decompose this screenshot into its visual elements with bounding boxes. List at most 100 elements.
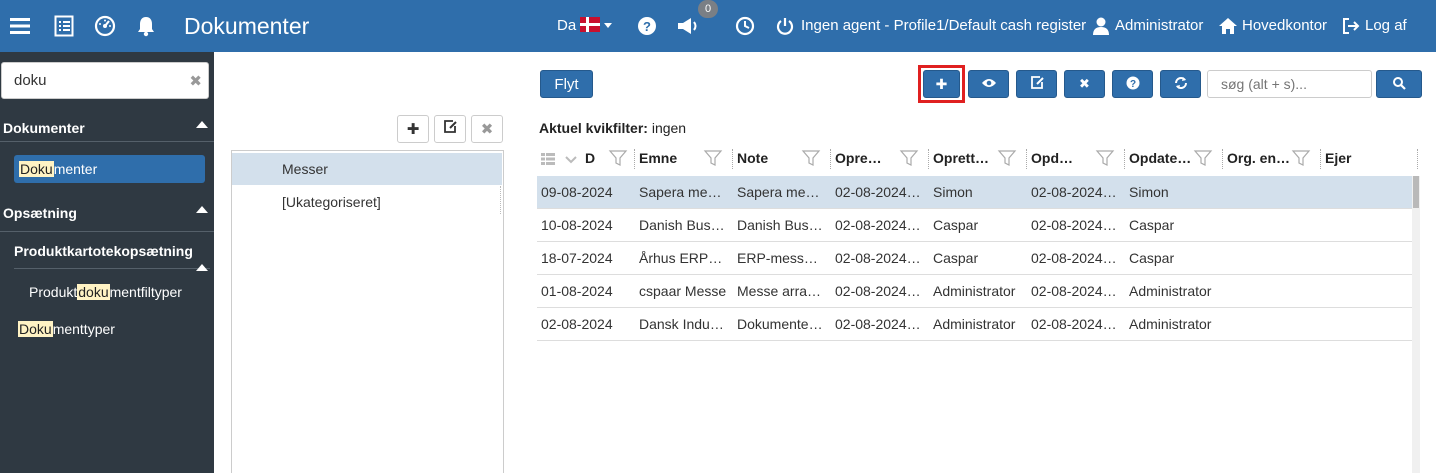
view-button[interactable] (968, 70, 1009, 98)
sidebar-search[interactable]: ✖ (1, 62, 209, 99)
clear-search-icon[interactable]: ✖ (189, 72, 202, 90)
table-row[interactable]: 01-08-2024 cspaar Messe Messe arra… 02-0… (537, 275, 1413, 308)
agent-status[interactable]: Ingen agent - Profile1/Default cash regi… (801, 0, 1086, 52)
close-icon: ✖ (480, 121, 494, 138)
sidebar-section-opsaetning[interactable]: Opsætning (3, 205, 77, 221)
sidebar-item-label: menttyper (52, 321, 115, 337)
home-icon[interactable] (1216, 14, 1240, 38)
collapse-caret-icon[interactable] (196, 264, 208, 271)
filter-icon[interactable] (1291, 148, 1311, 168)
table-cell: Dansk Indu… (639, 316, 724, 332)
bell-icon[interactable] (134, 14, 158, 38)
table-cell: Administrator (933, 316, 1016, 332)
column-header[interactable]: Opre… (831, 143, 929, 175)
column-header-label: Opre… (835, 150, 882, 166)
column-header[interactable]: Opdate… (1125, 143, 1223, 175)
refresh-button[interactable] (1160, 70, 1201, 98)
logout-icon[interactable] (1339, 14, 1363, 38)
sidebar-search-input[interactable] (2, 63, 172, 98)
search-icon (1392, 76, 1406, 93)
column-header-label: Note (737, 150, 769, 166)
column-header[interactable]: D (581, 143, 635, 175)
filter-icon[interactable] (997, 148, 1017, 168)
filter-icon[interactable] (801, 148, 821, 168)
column-header[interactable]: Note (733, 143, 831, 175)
column-header[interactable]: Emne (635, 143, 733, 175)
user-name[interactable]: Administrator (1115, 0, 1203, 52)
sidebar-item-dokumenter[interactable]: Dokumenter (14, 155, 205, 183)
delete-category-button[interactable]: ✖ (471, 115, 503, 143)
grid-search-input[interactable] (1208, 71, 1368, 97)
column-header[interactable]: Oprett… (929, 143, 1027, 175)
grid-scrollbar-thumb[interactable] (1413, 176, 1419, 208)
table-cell: 02-08-2024… (1031, 316, 1117, 332)
search-button[interactable] (1376, 70, 1422, 98)
sidebar-item-produktdokumentfiltyper[interactable]: Produktdokumentfiltyper (29, 284, 182, 300)
table-cell: Administrator (1129, 283, 1212, 299)
clock-icon[interactable] (733, 14, 757, 38)
sidebar-item-label: mentfiltyper (109, 284, 182, 300)
language-caret-icon[interactable] (604, 23, 612, 28)
column-header-label: Emne (639, 150, 678, 166)
table-cell (1325, 209, 1409, 241)
add-button[interactable]: ✚ (923, 70, 960, 98)
danish-flag-icon[interactable] (580, 17, 600, 32)
category-item[interactable]: [Ukategoriseret] (232, 186, 502, 218)
help-icon[interactable]: ? (635, 14, 659, 38)
column-header[interactable]: Org. en… (1223, 143, 1321, 175)
table-cell: ERP-mess… (737, 250, 818, 266)
help-button[interactable]: ? (1112, 70, 1153, 98)
table-cell (1325, 242, 1409, 274)
table-row[interactable]: 02-08-2024 Dansk Indu… Dokumente… 02-08-… (537, 308, 1413, 341)
collapse-caret-icon[interactable] (196, 206, 208, 213)
table-cell: 02-08-2024 (541, 316, 613, 332)
table-row[interactable]: 18-07-2024 Århus ERP… ERP-mess… 02-08-20… (537, 242, 1413, 275)
filter-icon[interactable] (608, 148, 628, 168)
table-cell (1325, 176, 1409, 208)
move-button[interactable]: Flyt (540, 70, 593, 98)
sidebar-item-dokumenttyper[interactable]: Dokumenttyper (18, 321, 115, 337)
add-category-button[interactable]: ✚ (397, 115, 429, 143)
table-cell: Dokumente… (737, 316, 823, 332)
table-cell: Caspar (933, 217, 979, 233)
grid-search[interactable] (1207, 70, 1372, 98)
column-separator[interactable] (1417, 149, 1418, 169)
column-chooser-icon[interactable] (541, 152, 555, 168)
logout-link[interactable]: Log af (1365, 0, 1407, 52)
language-label[interactable]: Da (557, 0, 576, 52)
edit-category-button[interactable] (434, 115, 466, 143)
filter-icon[interactable] (1095, 148, 1115, 168)
delete-button[interactable]: ✖ (1064, 70, 1105, 98)
user-icon[interactable] (1089, 14, 1113, 38)
column-header[interactable]: Ejer (1321, 143, 1411, 175)
table-row[interactable]: 10-08-2024 Danish Bus… Danish Bus… 02-08… (537, 209, 1413, 242)
chevron-down-icon[interactable] (565, 152, 577, 168)
column-header[interactable]: Opd… (1027, 143, 1125, 175)
category-item[interactable]: Messer (232, 153, 502, 185)
table-row[interactable]: 09-08-2024 Sapera me… Sapera me… 02-08-2… (537, 176, 1413, 209)
refresh-icon (1174, 76, 1188, 93)
table-cell: 02-08-2024… (1031, 283, 1117, 299)
hamburger-menu-icon[interactable] (8, 14, 32, 38)
power-icon[interactable] (773, 14, 797, 38)
table-cell (1325, 308, 1409, 340)
collapse-caret-icon[interactable] (196, 121, 208, 128)
sidebar-section-dokumenter[interactable]: Dokumenter (3, 120, 85, 136)
sidebar-item-label: Produkt (29, 284, 78, 300)
list-icon[interactable] (52, 14, 76, 38)
table-cell: Simon (1129, 184, 1169, 200)
filter-icon[interactable] (703, 148, 723, 168)
dashboard-icon[interactable] (93, 14, 117, 38)
column-header-label: Oprett… (933, 150, 989, 166)
edit-button[interactable] (1016, 70, 1057, 98)
grid-scrollbar[interactable] (1412, 176, 1420, 473)
close-icon: ✖ (1079, 76, 1090, 91)
location-name[interactable]: Hovedkontor (1242, 0, 1327, 52)
sidebar-subsection-produktkartotek[interactable]: Produktkartotekopsætning (14, 243, 193, 259)
notification-badge: 0 (698, 0, 718, 18)
table-cell (1227, 176, 1317, 208)
filter-icon[interactable] (1193, 148, 1213, 168)
megaphone-icon[interactable] (676, 14, 700, 38)
table-cell: Caspar (933, 250, 979, 266)
filter-icon[interactable] (899, 148, 919, 168)
